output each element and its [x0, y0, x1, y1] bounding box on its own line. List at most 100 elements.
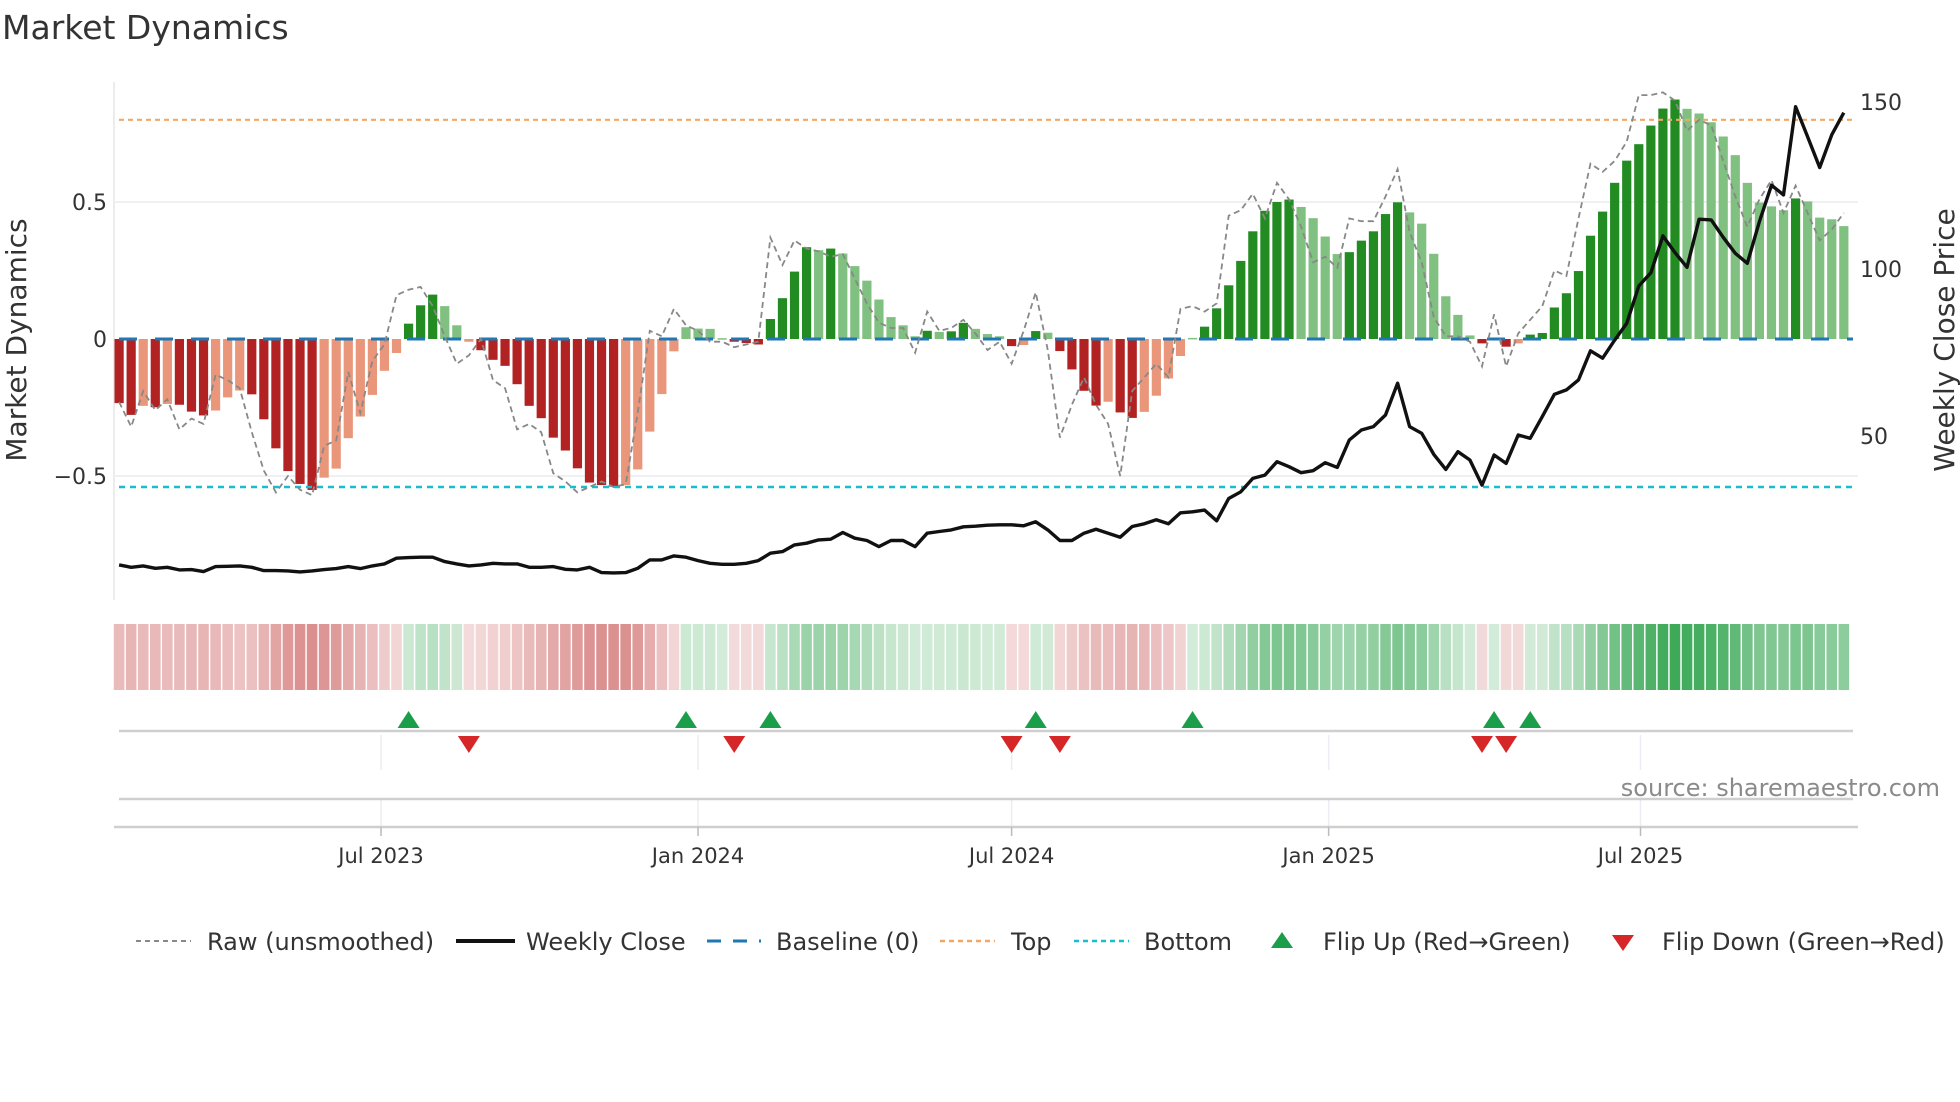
bar: [440, 306, 450, 339]
bar: [1067, 339, 1077, 370]
y-tick-label: 0: [93, 328, 107, 353]
heat-cell: [1693, 624, 1705, 690]
bar: [391, 339, 402, 353]
heat-cell: [198, 624, 209, 690]
flip-down-marker: [1000, 736, 1023, 753]
market-dynamics-chart: Market Dynamics 0.5 0 −0.5 150 100 50 Ma…: [0, 8, 1960, 956]
chart-title: Market Dynamics: [2, 8, 289, 47]
heat-cell: [113, 624, 125, 690]
heat-cell: [535, 624, 547, 690]
heat-cell: [656, 624, 668, 690]
bar: [1236, 260, 1246, 339]
y2-tick-label: 50: [1860, 425, 1888, 450]
bar: [1187, 337, 1198, 340]
heat-cell: [1283, 624, 1295, 690]
heat-cell: [1054, 624, 1066, 690]
heat-cell: [1090, 624, 1102, 690]
heat-cell: [1151, 624, 1162, 690]
heat-cell: [753, 624, 764, 690]
heat-cell: [1066, 624, 1078, 690]
legend-raw-label: Raw (unsmoothed): [207, 928, 434, 956]
bar: [1815, 217, 1825, 339]
bar: [1356, 240, 1366, 339]
heat-cell: [174, 624, 185, 690]
heat-cell: [825, 624, 837, 690]
bar: [1839, 226, 1849, 339]
bar: [271, 339, 281, 449]
bar: [319, 339, 329, 478]
heat-cell: [813, 624, 824, 690]
heat-cell: [330, 624, 342, 690]
bar: [1248, 231, 1258, 339]
heat-cell: [837, 624, 849, 690]
heat-cell: [668, 624, 680, 690]
heat-cell: [1705, 624, 1717, 690]
bar: [1320, 236, 1330, 339]
heat-cell: [451, 624, 463, 690]
legend-item-flip-up: Flip Up (Red→Green): [1271, 928, 1571, 956]
flip-down-triangle-icon: [1612, 935, 1634, 951]
heat-cell: [572, 624, 583, 690]
bar: [1477, 339, 1487, 344]
bar: [1308, 218, 1318, 339]
bar: [850, 266, 860, 339]
bar: [114, 339, 124, 404]
heat-cell: [740, 624, 752, 690]
bar: [1127, 339, 1137, 418]
bar: [814, 250, 824, 339]
heat-cell: [1814, 624, 1826, 690]
bars-layer: [114, 99, 1849, 490]
bar: [789, 271, 800, 339]
bar: [210, 339, 221, 411]
bar: [934, 331, 944, 339]
bar: [1453, 314, 1463, 339]
heat-cell: [1766, 624, 1777, 690]
heat-cell: [958, 624, 969, 690]
heat-cell: [1102, 624, 1114, 690]
bar: [1212, 308, 1222, 339]
bar: [1091, 339, 1101, 406]
bar: [416, 305, 426, 339]
heat-cell: [1645, 624, 1657, 690]
heat-cell: [1669, 624, 1681, 690]
bar: [1670, 99, 1680, 339]
heat-cell: [367, 624, 378, 690]
heat-cell: [777, 624, 788, 690]
bar: [1139, 339, 1149, 412]
heat-cell: [1476, 624, 1488, 690]
y2-axis-label: Weekly Close Price: [1928, 208, 1960, 471]
bar: [198, 339, 209, 416]
heat-cell: [1452, 624, 1464, 690]
bar: [307, 339, 317, 490]
bar: [777, 298, 788, 339]
bar: [1646, 125, 1656, 339]
flip-up-marker: [1024, 711, 1047, 728]
heat-cell: [1488, 624, 1500, 690]
bar: [1610, 182, 1620, 339]
flip-up-marker: [397, 711, 420, 728]
bar: [1417, 223, 1427, 339]
legend-item-top: Top: [940, 928, 1052, 956]
heat-cell: [933, 624, 945, 690]
bar: [524, 339, 534, 406]
bar: [633, 339, 643, 470]
heat-cell: [620, 624, 631, 690]
legend-baseline-label: Baseline (0): [776, 928, 919, 956]
heat-cell: [186, 624, 197, 690]
heat-cell: [511, 624, 523, 690]
legend-item-baseline: Baseline (0): [707, 928, 919, 956]
heat-cell: [1259, 624, 1271, 690]
heat-cell: [318, 624, 330, 690]
heat-cell: [1633, 624, 1645, 690]
bar: [488, 339, 498, 360]
heat-cell: [210, 624, 221, 690]
x-tick-label: Jul 2023: [336, 844, 423, 868]
bar: [705, 328, 715, 339]
bar: [1344, 252, 1354, 339]
bar: [1827, 219, 1837, 339]
heat-cell: [1404, 624, 1415, 690]
x-ticks: Jul 2023 Jan 2024 Jul 2024 Jan 2025 Jul 2025: [336, 827, 1683, 868]
heat-cell: [1537, 624, 1548, 690]
flip-up-marker: [1519, 711, 1542, 728]
bar: [838, 253, 848, 339]
